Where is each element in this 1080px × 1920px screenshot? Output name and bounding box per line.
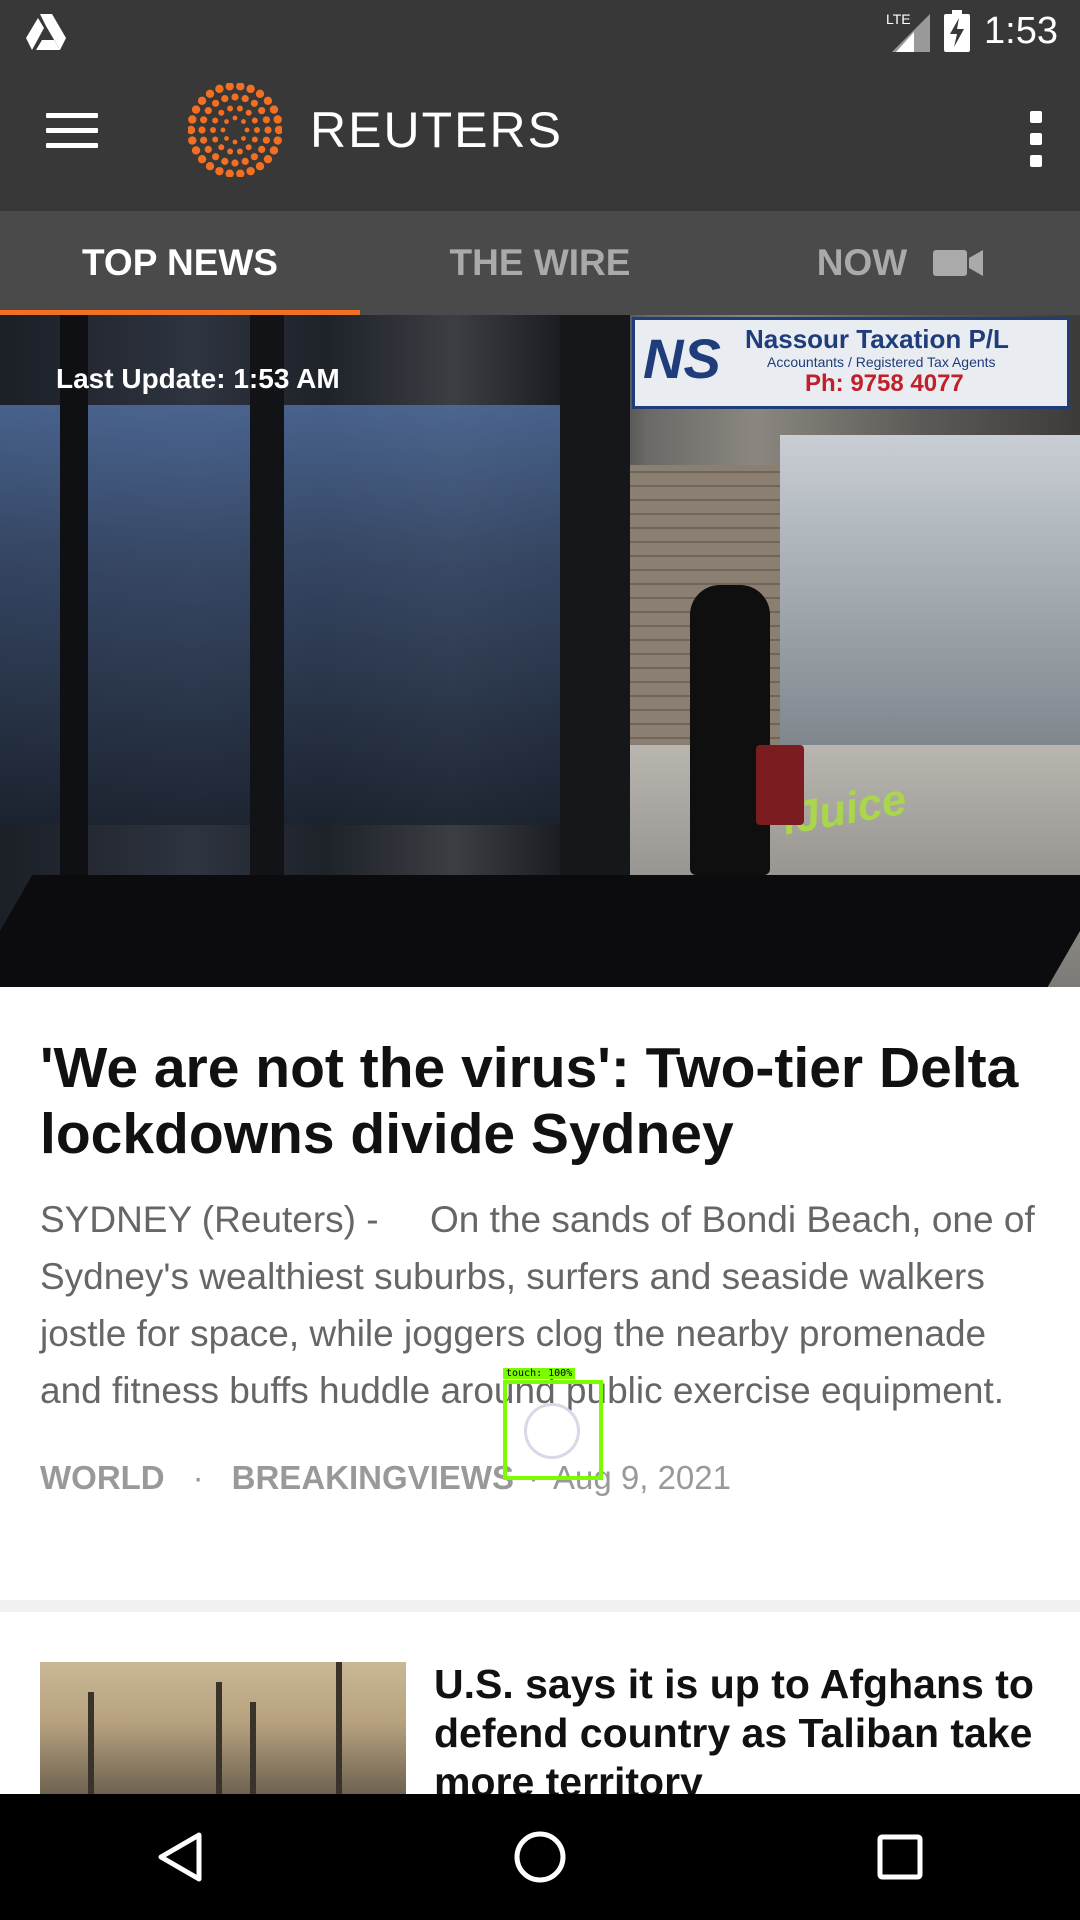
tab-top-news[interactable]: TOP NEWS: [0, 211, 360, 315]
sign-subtitle: Accountants / Registered Tax Agents: [767, 354, 996, 370]
status-icons: LTE 1:53: [886, 6, 1058, 56]
status-bar: LTE 1:53: [0, 0, 1080, 63]
home-button[interactable]: [510, 1827, 570, 1887]
tab-label: TOP NEWS: [81, 242, 278, 283]
back-button[interactable]: [150, 1827, 210, 1887]
tab-bar: TOP NEWS THE WIRE NOW: [0, 211, 1080, 315]
separator-dot: ·: [192, 1459, 204, 1496]
tab-the-wire[interactable]: THE WIRE: [360, 211, 720, 315]
video-camera-icon: [933, 250, 984, 276]
more-vert-icon: [1030, 111, 1042, 123]
recents-button[interactable]: [870, 1827, 930, 1887]
touch-point: [524, 1403, 580, 1459]
tab-label: NOW: [816, 242, 908, 283]
shopping-cart: [756, 745, 804, 825]
sign-title: Nassour Taxation P/L: [745, 324, 1009, 354]
lead-headline[interactable]: 'We are not the virus': Two-tier Delta l…: [40, 1035, 1040, 1167]
signal-icon: LTE: [886, 11, 931, 52]
app-title: REUTERS: [310, 102, 563, 158]
status-time: 1:53: [984, 9, 1058, 52]
battery-charging-icon: [944, 10, 971, 52]
pedestrian-figure: [690, 585, 770, 875]
section-divider: [0, 1600, 1080, 1612]
navigation-bar: [0, 1794, 1080, 1920]
last-update-text: Last Update: 1:53 AM: [56, 363, 340, 394]
touch-indicator-label: touch: 100%: [503, 1368, 576, 1379]
tab-now[interactable]: NOW: [720, 211, 1080, 315]
menu-button[interactable]: [46, 113, 98, 153]
reuters-logo: REUTERS: [188, 83, 563, 177]
storefront-sign: NS Nassour Taxation P/L Accountants / Re…: [632, 317, 1070, 409]
article-thumbnail: [40, 1662, 406, 1794]
drive-icon: [26, 14, 66, 50]
category-breakingviews[interactable]: BREAKINGVIEWS: [232, 1459, 514, 1497]
sign-phone: Ph: 9758 4077: [805, 370, 964, 397]
overflow-menu-button[interactable]: [1026, 111, 1046, 167]
back-icon: [158, 1832, 202, 1882]
tab-label: THE WIRE: [449, 242, 631, 283]
article-card[interactable]: U.S. says it is up to Afghans to defend …: [40, 1660, 1040, 1794]
sign-logo: NS: [643, 327, 721, 390]
recents-icon: [877, 1834, 923, 1880]
category-world[interactable]: WORLD: [40, 1459, 165, 1497]
reuters-dots-icon: [188, 83, 282, 177]
article-headline[interactable]: U.S. says it is up to Afghans to defend …: [434, 1660, 1034, 1794]
app-bar: REUTERS: [0, 63, 1080, 211]
hamburger-icon: [46, 113, 98, 118]
home-icon: [514, 1831, 566, 1883]
network-label: LTE: [886, 11, 911, 27]
hero-image[interactable]: NS Nassour Taxation P/L Accountants / Re…: [0, 315, 1080, 987]
